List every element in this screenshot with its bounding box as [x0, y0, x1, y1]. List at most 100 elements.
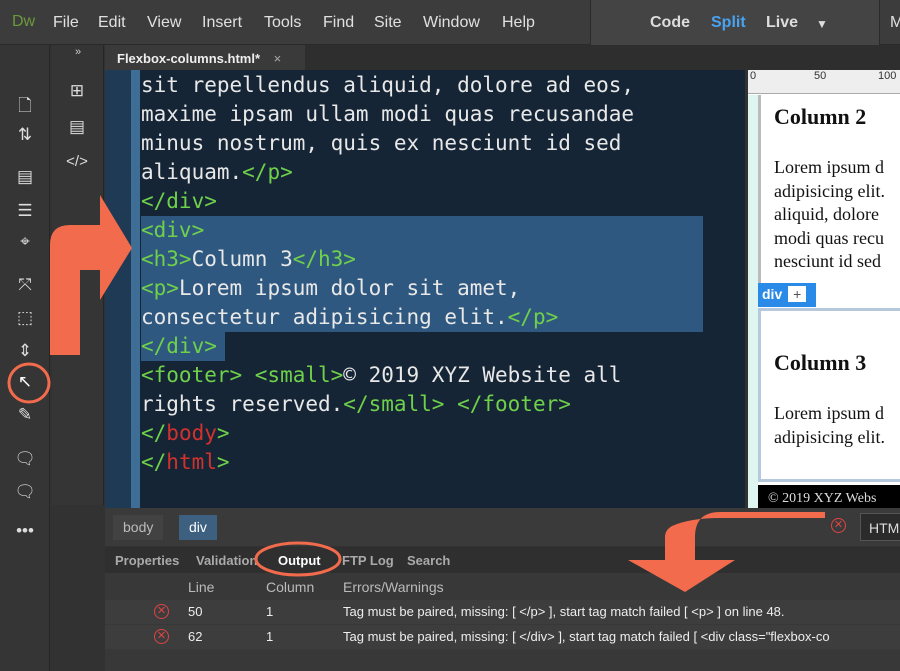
code-line[interactable]: sit repellendus aliquid, dolore ad eos, [141, 71, 634, 100]
panel-tabs: Properties Validation Output FTP Log Sea… [105, 547, 900, 573]
split-view-button[interactable]: Split [711, 14, 746, 32]
code-token: </small> </footer> [343, 392, 571, 416]
menu-more[interactable]: M [890, 14, 900, 32]
menu-window[interactable]: Window [423, 14, 480, 32]
code-token: </h3> [292, 247, 356, 271]
tab-search[interactable]: Search [407, 553, 450, 568]
code-token: </ [141, 421, 167, 445]
code-token: </div> [141, 334, 217, 358]
code-line[interactable]: aliquam.</p> [141, 158, 293, 187]
document-tab[interactable]: Flexbox-columns.html* × [105, 45, 305, 70]
code-token: Column 3 [191, 247, 293, 271]
code-line[interactable]: </div> [141, 332, 225, 361]
code-token: Lorem ipsum dolor sit amet, [178, 276, 521, 300]
menu-file[interactable]: File [53, 14, 79, 32]
select-parent-icon[interactable]: ⬚ [0, 308, 50, 328]
code-line[interactable]: minus nostrum, quis ex nesciunt id sed [141, 129, 621, 158]
code-token: > [216, 450, 230, 474]
syntax-error-icon[interactable]: ✎ [0, 405, 50, 425]
code-token: body [166, 421, 217, 445]
inspect-icon[interactable]: ⌖ [0, 232, 50, 252]
column-3-text: Lorem ipsum d adipisicing elit. [774, 403, 885, 447]
row-column: 1 [266, 604, 274, 619]
code-line[interactable]: </body> [141, 419, 230, 448]
column-2-heading: Column 2 [774, 104, 867, 129]
collapse-icon[interactable]: ⇕ [0, 341, 50, 361]
code-line[interactable]: </div> [141, 187, 217, 216]
code-line[interactable]: maxime ipsam ullam modi quas recusandae [141, 100, 634, 129]
code-token: <h3> [141, 247, 192, 271]
tab-properties[interactable]: Properties [115, 553, 179, 568]
column-header-column[interactable]: Column [266, 579, 314, 595]
ruler: 0 50 100 [748, 70, 900, 94]
code-line[interactable]: rights reserved.</small> </footer> [141, 390, 571, 419]
wrap-tag-icon[interactable]: ↖ [0, 372, 50, 392]
menu-insert[interactable]: Insert [202, 14, 242, 32]
apply-comment-icon[interactable]: 🗨 [0, 449, 50, 469]
add-class-button[interactable]: + [788, 286, 807, 302]
output-row[interactable]: ✕ 62 1 Tag must be paired, missing: [ </… [105, 625, 900, 649]
collapse-panel-icon[interactable]: » [58, 46, 98, 58]
code-line[interactable]: <h3>Column 3</h3> [141, 245, 703, 274]
document-type-select[interactable]: HTML [860, 513, 900, 541]
more-tools-icon[interactable]: ••• [0, 521, 50, 541]
menu-help[interactable]: Help [502, 14, 535, 32]
expand-icon[interactable]: ⤧ [0, 275, 50, 295]
menu-find[interactable]: Find [323, 14, 354, 32]
format-source-icon[interactable]: ☰ [0, 201, 50, 221]
breadcrumb-body[interactable]: body [113, 515, 164, 540]
common-toolbar: 🗋 ⇅ ▤ ☰ ⌖ ⤧ ⬚ ⇕ ↖ ✎ 🗨 🗨 ••• [0, 45, 50, 671]
output-row[interactable]: ✕ 50 1 Tag must be paired, missing: [ </… [105, 600, 900, 624]
code-token: minus nostrum, quis ex nesciunt id sed [141, 131, 622, 155]
status-bar: body div ✕ HTML [105, 508, 900, 546]
menu-tools[interactable]: Tools [264, 14, 301, 32]
code-token: sit repellendus aliquid, dolore ad eos, [141, 73, 635, 97]
ruler-label: 50 [814, 70, 827, 82]
output-panel: Line Column Errors/Warnings ✕ 50 1 Tag m… [105, 573, 900, 671]
code-collapse-strip[interactable] [131, 70, 140, 508]
column-header-line[interactable]: Line [188, 579, 214, 595]
breadcrumb-div[interactable]: div [179, 515, 217, 540]
ruler-label: 100 [878, 70, 897, 82]
row-message: Tag must be paired, missing: [ </p> ], s… [343, 604, 785, 619]
file-transfer-icon[interactable]: ⇅ [0, 125, 50, 145]
document-tab-name: Flexbox-columns.html* [117, 51, 261, 66]
code-token: </p> [242, 160, 293, 184]
menu-edit[interactable]: Edit [98, 14, 126, 32]
code-line[interactable]: <div> [141, 216, 703, 245]
code-icon[interactable]: </> [52, 153, 102, 170]
code-editor[interactable]: sit repellendus aliquid, dolore ad eos, m… [105, 70, 745, 508]
code-line[interactable]: </html> [141, 448, 230, 477]
menu-view[interactable]: View [147, 14, 181, 32]
menu-site[interactable]: Site [374, 14, 402, 32]
tab-validation[interactable]: Validation [196, 553, 260, 568]
tab-ftp-log[interactable]: FTP Log [342, 553, 394, 568]
code-token: aliquam. [141, 160, 243, 184]
code-view-button[interactable]: Code [650, 14, 690, 32]
remove-comment-icon[interactable]: 🗨 [0, 482, 50, 502]
code-token: consectetur adipisicing elit. [141, 305, 508, 329]
element-selector-badge[interactable]: div + [758, 283, 816, 307]
view-dropdown-icon[interactable]: ▼ [816, 17, 828, 31]
live-preview-icon[interactable]: ▤ [0, 167, 50, 187]
code-token: rights reserved. [141, 392, 344, 416]
column-header-errors[interactable]: Errors/Warnings [343, 579, 444, 595]
snippets-icon[interactable]: ▤ [52, 117, 102, 137]
code-token: <p> [141, 276, 179, 300]
live-preview[interactable]: 0 50 100 Column 2 Lorem ipsum d adipisici… [748, 70, 900, 508]
column-3-heading: Column 3 [774, 350, 867, 375]
site-map-icon[interactable]: ⊞ [52, 81, 102, 101]
dreamweaver-logo: Dw [12, 13, 36, 30]
error-icon[interactable]: ✕ [831, 518, 846, 533]
new-document-icon[interactable]: 🗋 [0, 93, 50, 122]
tab-output[interactable]: Output [278, 553, 321, 568]
live-view-button[interactable]: Live [766, 14, 798, 32]
ruler-label: 0 [750, 70, 757, 82]
code-line[interactable]: consectetur adipisicing elit.</p> [141, 303, 703, 332]
close-tab-icon[interactable]: × [274, 51, 282, 66]
error-icon: ✕ [154, 604, 169, 619]
selector-tag: div [762, 286, 783, 302]
secondary-toolbar: » ⊞ ▤ </> [52, 45, 104, 505]
code-line[interactable]: <p>Lorem ipsum dolor sit amet, [141, 274, 703, 303]
code-line[interactable]: <footer> <small>© 2019 XYZ Website all [141, 361, 621, 390]
